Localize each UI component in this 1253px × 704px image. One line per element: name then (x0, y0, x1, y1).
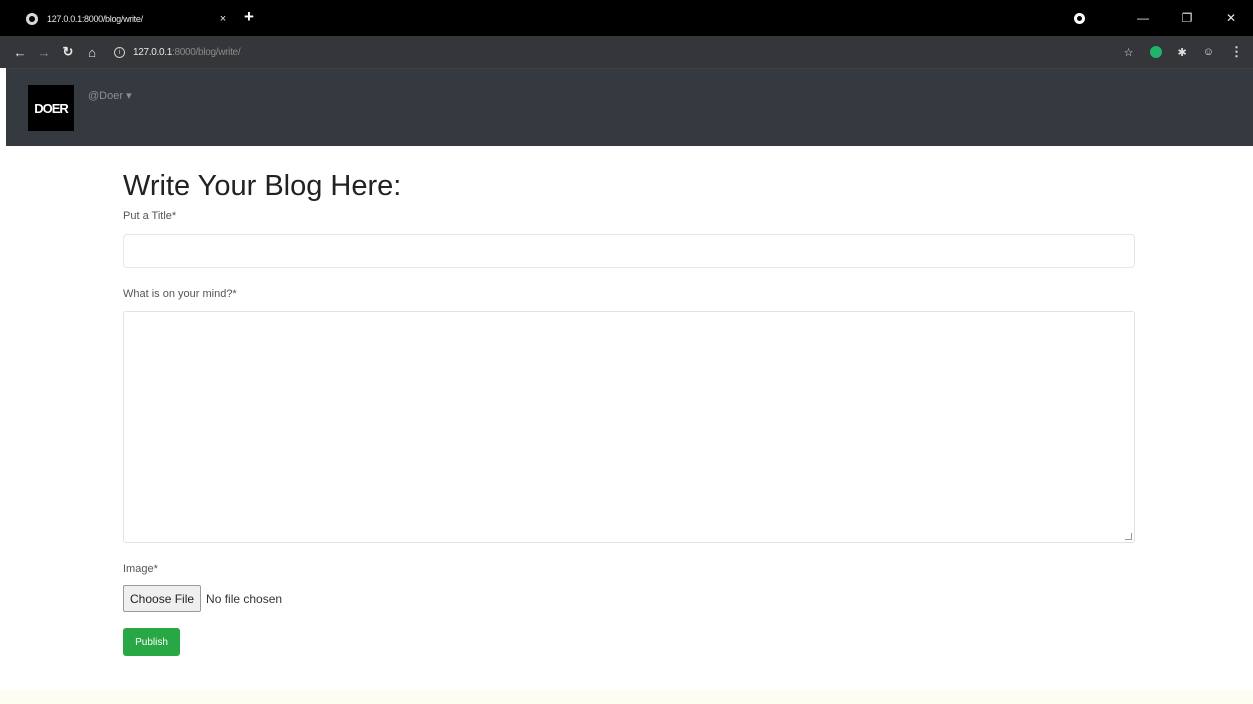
back-arrow-icon[interactable]: ← (8, 45, 32, 60)
browser-tab-bar: 127.0.0.1:8000/blog/write/ × + — ❐ ✕ (0, 0, 1253, 36)
maximize-button[interactable]: ❐ (1165, 11, 1209, 25)
file-input: Choose File No file chosen (123, 585, 1135, 612)
browser-toolbar: ← → ↻ ⌂ i 127.0.0.1 :8000/blog/write/ ☆ … (0, 36, 1253, 68)
page-title: Write Your Blog Here: (123, 170, 402, 202)
bottom-strip (0, 690, 1253, 704)
browser-tab[interactable]: 127.0.0.1:8000/blog/write/ × (14, 6, 234, 32)
site-info-icon[interactable]: i (114, 46, 125, 58)
extensions-puzzle-icon[interactable]: ✱ (1178, 46, 1187, 59)
close-window-button[interactable]: ✕ (1209, 11, 1253, 25)
tab-close-icon[interactable]: × (216, 13, 230, 25)
reload-icon[interactable]: ↻ (56, 44, 80, 60)
publish-button[interactable]: Publish (123, 628, 180, 656)
forward-arrow-icon[interactable]: → (32, 45, 56, 60)
image-label: Image* (123, 563, 158, 575)
extension-icon[interactable] (1149, 46, 1162, 58)
profile-icon[interactable] (1074, 12, 1085, 24)
content-textarea[interactable] (123, 311, 1135, 543)
menu-kebab-icon[interactable]: ⋮ (1230, 44, 1243, 60)
bookmark-star-icon[interactable]: ☆ (1124, 46, 1134, 59)
site-logo[interactable]: DOER (28, 85, 74, 131)
choose-file-button[interactable]: Choose File (123, 585, 202, 612)
file-status-text: No file chosen (206, 591, 283, 606)
user-dropdown[interactable]: @Doer ▾ (88, 89, 132, 102)
site-navbar: DOER @Doer ▾ (6, 68, 1253, 146)
globe-icon (26, 13, 38, 25)
minimize-button[interactable]: — (1121, 11, 1165, 25)
home-icon[interactable]: ⌂ (80, 45, 104, 60)
window-controls: — ❐ ✕ (1074, 0, 1253, 36)
title-input[interactable] (123, 234, 1135, 268)
mind-label: What is on your mind?* (123, 288, 237, 300)
url-path: :8000/blog/write/ (172, 46, 241, 58)
address-bar[interactable]: i 127.0.0.1 :8000/blog/write/ (114, 46, 241, 58)
title-label: Put a Title* (123, 210, 177, 222)
avatar-icon[interactable]: ☺ (1203, 46, 1214, 58)
tab-title: 127.0.0.1:8000/blog/write/ (47, 14, 143, 24)
toolbar-right-icons: ☆ ✱ ☺ ⋮ (1124, 36, 1243, 68)
url-host: 127.0.0.1 (133, 46, 173, 58)
new-tab-button[interactable]: + (244, 7, 254, 27)
blog-form: Write Your Blog Here: Put a Title* What … (123, 146, 1135, 656)
